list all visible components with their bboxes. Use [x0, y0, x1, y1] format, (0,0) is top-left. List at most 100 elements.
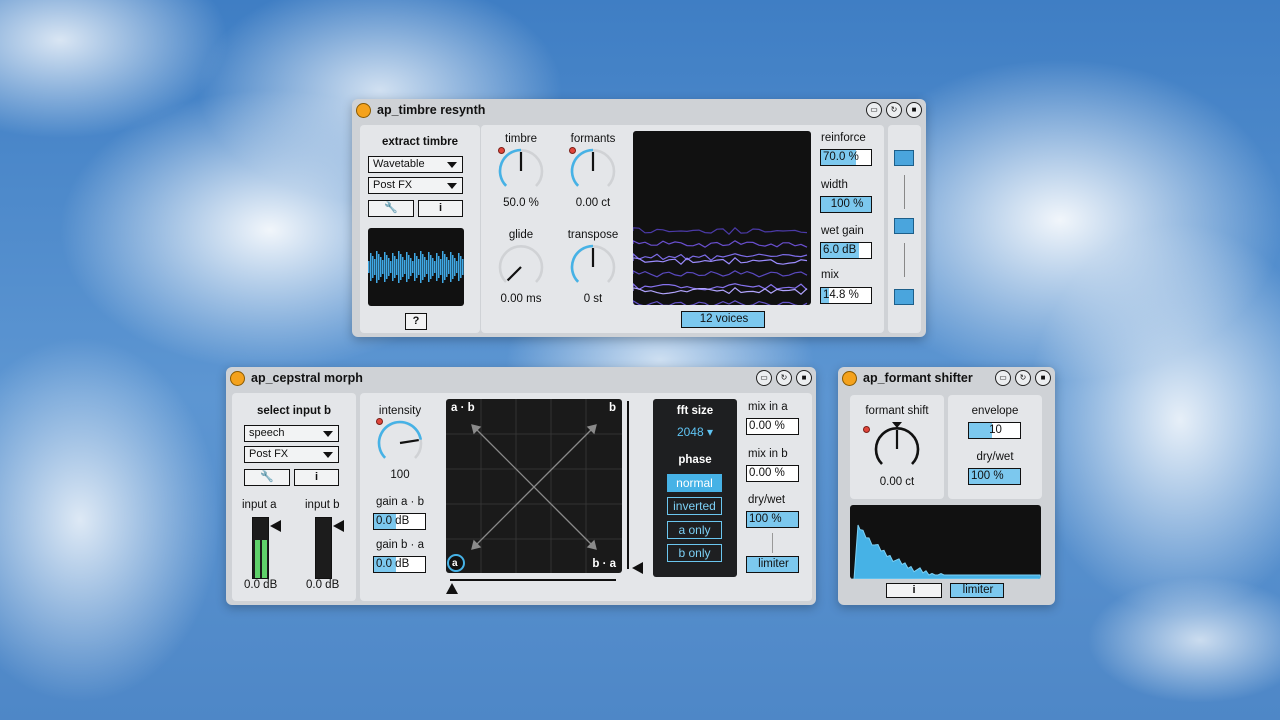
timbre-knob[interactable] [495, 145, 547, 197]
input-a-meter [252, 517, 269, 579]
fx-menu[interactable]: Post FX [368, 177, 463, 194]
param-label-width: width [821, 179, 848, 191]
list-icon[interactable] [894, 289, 914, 305]
refresh-icon[interactable]: ↻ [886, 102, 902, 118]
pad-corner-bl: a [452, 558, 458, 569]
pad-x-slider-track[interactable] [450, 579, 616, 581]
cepstral-morph-device: ap_cepstral morph ▭ ↻ ■ select input b s… [226, 367, 816, 605]
input-b-menu[interactable]: speech [244, 425, 339, 442]
device-title: ap_cepstral morph [251, 371, 363, 385]
timbre-resynth-device: ap_timbre resynth ▭ ↻ ■ extract timbre W… [352, 99, 926, 337]
wrench-icon: 🔧 [384, 202, 398, 214]
input-b-gain-slider[interactable] [333, 520, 344, 532]
drywet-value: 100 % [749, 513, 782, 525]
input-a-gain-slider[interactable] [270, 520, 281, 532]
formant-shift-knob[interactable] [871, 423, 923, 475]
device-title-bar[interactable]: ap_timbre resynth ▭ ↻ ■ [352, 99, 926, 121]
spectrum-graphic [850, 524, 1041, 579]
keyboard-icon[interactable] [894, 150, 914, 166]
knob-label-formants: formants [570, 133, 616, 145]
device-title-bar[interactable]: ap_formant shifter ▭ ↻ ■ [838, 367, 1055, 389]
input-a-label: input a [242, 499, 277, 511]
limiter-connector [772, 533, 773, 553]
gain-ab-value: 0.0 dB [376, 515, 410, 527]
meter-fill [255, 540, 260, 578]
info-button[interactable]: i [294, 469, 339, 486]
input-b-menu-value: speech [249, 427, 285, 439]
fft-size-menu[interactable]: 2048 ▾ [667, 425, 723, 441]
width-numbox[interactable]: 100 % [820, 196, 872, 213]
phase-inverted-button[interactable]: inverted [667, 497, 722, 515]
save-icon[interactable]: ■ [906, 102, 922, 118]
pitch-icon[interactable] [894, 218, 914, 234]
wet-gain-numbox[interactable]: 6.0 dB [820, 242, 872, 259]
info-button[interactable]: i [886, 583, 942, 598]
knob-arc [570, 244, 594, 283]
save-icon[interactable]: ■ [1035, 370, 1051, 386]
source-menu[interactable]: Wavetable [368, 156, 463, 173]
drywet-numbox[interactable]: 100 % [746, 511, 799, 528]
pad-y-slider-handle[interactable] [632, 562, 643, 574]
gain-ba-numbox[interactable]: 0.0 dB [373, 556, 426, 573]
intensity-knob[interactable] [374, 417, 426, 469]
reinforce-numbox[interactable]: 70.0 % [820, 149, 872, 166]
info-button[interactable]: i [418, 200, 463, 217]
knob-track [498, 245, 544, 283]
refresh-icon[interactable]: ↻ [1015, 370, 1031, 386]
device-activator-button[interactable] [356, 102, 371, 118]
mix-numbox[interactable]: 14.8 % [820, 287, 872, 304]
knob-value-transpose: 0 st [583, 293, 603, 305]
refresh-icon[interactable]: ↻ [776, 370, 792, 386]
phase-label: phase [678, 454, 712, 466]
width-value: 100 % [830, 198, 864, 210]
param-label-reinforce: reinforce [821, 132, 866, 144]
gain-ba-label: gain b · a [376, 539, 424, 551]
window-icon[interactable]: ▭ [866, 102, 882, 118]
wrench-icon: 🔧 [260, 471, 274, 483]
window-icon[interactable]: ▭ [995, 370, 1011, 386]
formant-shift-value: 0.00 ct [879, 476, 915, 488]
help-button[interactable]: ? [405, 313, 427, 330]
phase-a-only-button[interactable]: a only [667, 521, 722, 539]
mix-in-a-numbox[interactable]: 0.00 % [746, 418, 799, 435]
window-icon[interactable]: ▭ [756, 370, 772, 386]
strip-divider [904, 175, 905, 209]
mix-in-b-numbox[interactable]: 0.00 % [746, 465, 799, 482]
formants-knob[interactable] [567, 145, 619, 197]
chevron-down-icon [447, 183, 457, 189]
input-b-label: input b [305, 499, 340, 511]
glide-knob[interactable] [495, 241, 547, 293]
knob-pointer [399, 438, 419, 445]
morph-section: intensity 100 gain a · b 0.0 dB gain b ·… [360, 393, 812, 601]
fx-menu[interactable]: Post FX [244, 446, 339, 463]
pad-x-slider-handle[interactable] [446, 583, 458, 594]
device-activator-button[interactable] [230, 370, 245, 386]
device-activator-button[interactable] [842, 370, 857, 386]
device-title-bar[interactable]: ap_cepstral morph ▭ ↻ ■ [226, 367, 816, 389]
drywet-numbox[interactable]: 100 % [968, 468, 1021, 485]
phase-normal-button[interactable]: normal [667, 474, 722, 492]
voices-graphic [633, 226, 808, 305]
save-icon[interactable]: ■ [796, 370, 812, 386]
mix-in-b-value: 0.00 % [749, 467, 785, 479]
knob-pointer [506, 266, 522, 282]
settings-button[interactable]: 🔧 [244, 469, 290, 486]
formant-shift-label: formant shift [865, 405, 929, 417]
spectrum-display [850, 505, 1041, 579]
gain-ab-numbox[interactable]: 0.0 dB [373, 513, 426, 530]
morph-xy-pad[interactable]: a · b b a b · a [446, 399, 622, 573]
limiter-button[interactable]: limiter [746, 556, 799, 573]
formant-shifter-device: ap_formant shifter ▭ ↻ ■ formant shift 0… [838, 367, 1055, 605]
pad-y-slider-track[interactable] [627, 401, 629, 569]
fft-size-label: fft size [676, 405, 714, 417]
knob-label-transpose: transpose [567, 229, 619, 241]
voices-count-box[interactable]: 12 voices [681, 311, 765, 328]
mix-in-a-value: 0.00 % [749, 420, 785, 432]
transpose-knob[interactable] [567, 241, 619, 293]
limiter-button[interactable]: limiter [950, 583, 1004, 598]
phase-b-only-button[interactable]: b only [667, 544, 722, 562]
envelope-numbox[interactable]: 10 [968, 422, 1021, 439]
shift-section: formant shift 0.00 ct [850, 395, 944, 499]
voices-visualizer [633, 131, 811, 305]
settings-button[interactable]: 🔧 [368, 200, 414, 217]
